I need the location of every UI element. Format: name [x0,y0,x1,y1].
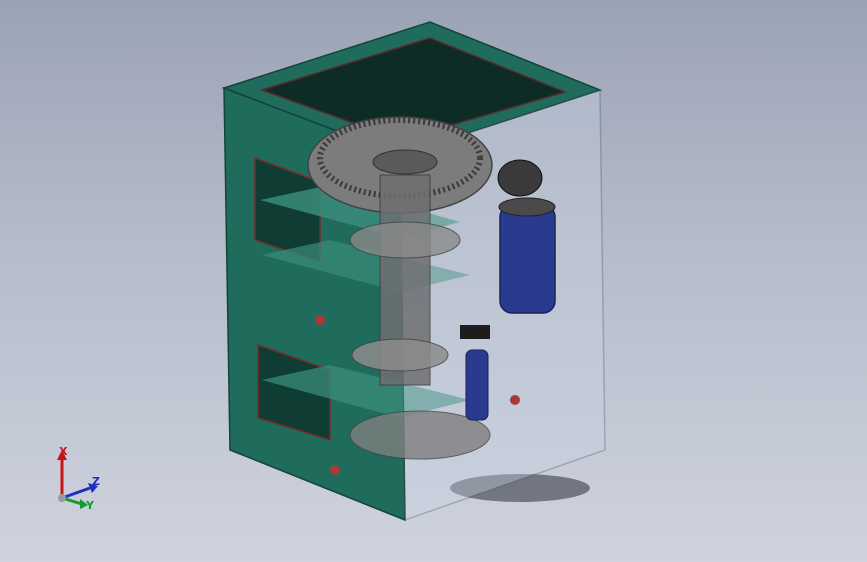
bearing-middle [351,338,449,372]
fastener [510,395,520,405]
triad-axes [57,450,98,509]
y-axis-label: Y [86,499,94,512]
coordinate-triad: X Z Y [44,440,114,520]
fastener [330,465,340,475]
graphics-viewport[interactable]: X Z Y [0,0,867,562]
drive-motor [499,204,556,314]
bearing-upper [349,221,461,259]
z-axis-label: Z [92,475,100,488]
gear-hub [372,149,438,175]
motor-coupler [497,159,543,197]
small-actuator [465,349,489,421]
fastener [315,315,325,325]
motor-cap [498,197,556,217]
x-axis-label: X [59,445,68,458]
bracket [460,325,490,339]
gearbox-assembly-model[interactable] [0,0,867,562]
